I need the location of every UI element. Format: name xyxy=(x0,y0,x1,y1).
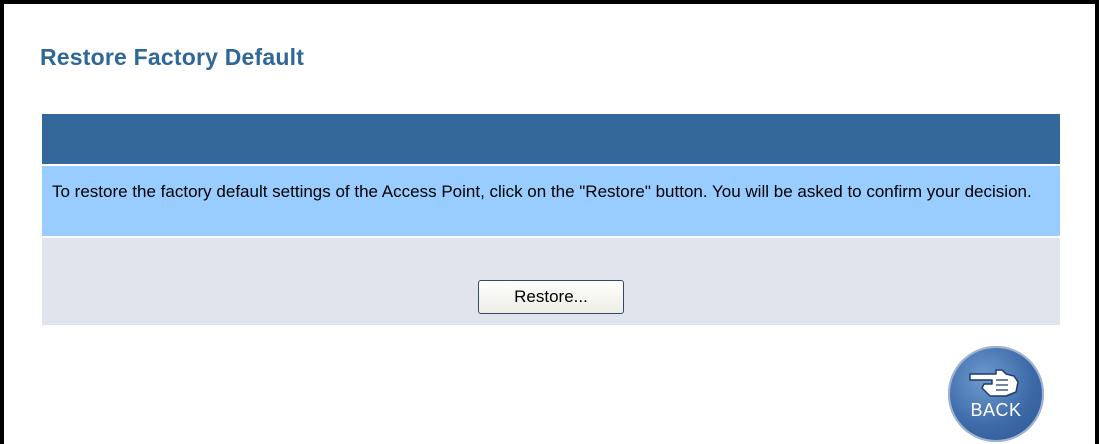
page-frame: Restore Factory Default To restore the f… xyxy=(0,0,1099,444)
panel-header-bar xyxy=(42,114,1060,164)
restore-panel: To restore the factory default settings … xyxy=(42,114,1060,325)
back-label: BACK xyxy=(970,400,1022,420)
pointing-hand-icon xyxy=(969,369,1019,397)
restore-button[interactable]: Restore... xyxy=(478,280,624,314)
restore-instructions: To restore the factory default settings … xyxy=(42,164,1060,236)
back-button[interactable]: BACK xyxy=(948,346,1044,442)
panel-actions: Restore... xyxy=(42,236,1060,325)
page-title: Restore Factory Default xyxy=(40,44,305,70)
